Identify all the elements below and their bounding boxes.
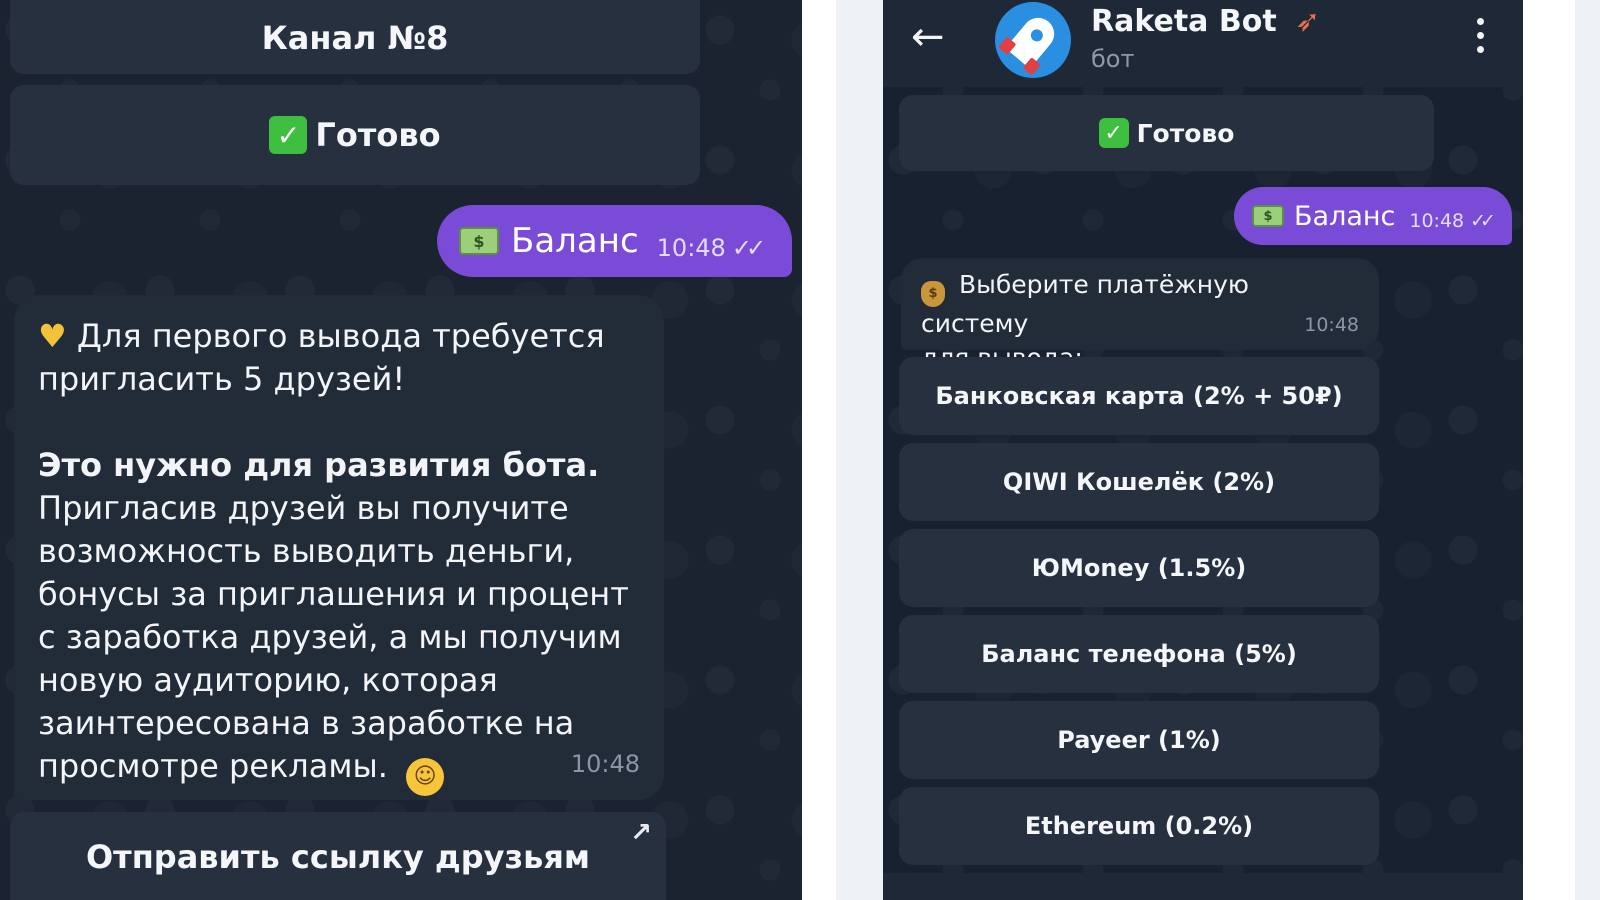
- message-line-text: Выберите платёжную систему: [921, 270, 1249, 338]
- done-button[interactable]: ✓ Готово: [10, 85, 700, 185]
- double-check-icon: ✓✓: [731, 234, 766, 262]
- payment-option-label: Ethereum (0.2%): [1024, 812, 1254, 840]
- payment-option-bank-card[interactable]: Банковская карта (2% + 50₽): [899, 357, 1379, 435]
- smile-emoji-icon: ☺: [406, 757, 445, 796]
- share-link-button-label: Отправить ссылку друзьям: [85, 838, 591, 876]
- message-line: Пригласив друзей вы получите: [38, 489, 569, 527]
- message-line: заинтересована в заработке на: [38, 704, 575, 742]
- message-line: просмотре рекламы. ☺: [38, 745, 640, 796]
- check-mark-icon: ✓: [269, 116, 308, 154]
- rocket-emoji-icon: ➶: [1295, 4, 1321, 39]
- message-line: $ Выберите платёжную систему: [921, 268, 1359, 341]
- share-link-button[interactable]: Отправить ссылку друзьям ↗: [10, 812, 666, 900]
- channel-8-button-label: Канал №8: [261, 19, 449, 57]
- message-line: новую аудиторию, которая: [38, 661, 498, 699]
- message-line: с заработка друзей, а мы получим: [38, 618, 622, 656]
- chat-title-text: Raketa Bot: [1091, 4, 1277, 39]
- more-vertical-icon[interactable]: [1477, 18, 1485, 53]
- message-input-bar: [883, 873, 1523, 900]
- payment-option-label: Payeer (1%): [1057, 726, 1221, 754]
- message-bold-line: Это нужно для развития бота.: [38, 446, 600, 484]
- payment-option-yumoney[interactable]: ЮMoney (1.5%): [899, 529, 1379, 607]
- payment-option-qiwi[interactable]: QIWI Кошелёк (2%): [899, 443, 1379, 521]
- message-line: возможность выводить деньги,: [38, 532, 575, 570]
- payment-option-payeer[interactable]: Payeer (1%): [899, 701, 1379, 779]
- channel-8-button[interactable]: Канал №8: [10, 0, 700, 74]
- separator-strip: [802, 0, 836, 900]
- check-mark-icon: ✓: [1098, 118, 1129, 148]
- payment-option-phone-balance[interactable]: Баланс телефона (5%): [899, 615, 1379, 693]
- payment-option-label: Баланс телефона (5%): [981, 640, 1297, 668]
- double-check-icon: ✓✓: [1470, 210, 1496, 232]
- message-line: пригласить 5 друзей!: [38, 360, 406, 398]
- message-time: 10:48: [1304, 314, 1359, 336]
- outgoing-balance-message: $ Баланс 10:48 ✓✓: [1234, 187, 1512, 245]
- right-chat-panel: ← Raketa Bot ➶ бот ✓ Готово $ Баланс 10:…: [883, 0, 1523, 900]
- cash-icon: $: [1252, 205, 1284, 227]
- payment-option-label: ЮMoney (1.5%): [1031, 554, 1247, 582]
- message-time: 10:48: [570, 750, 640, 778]
- chat-title: Raketa Bot ➶: [1091, 4, 1320, 39]
- message-line-text: просмотре рекламы.: [38, 747, 388, 785]
- back-arrow-icon[interactable]: ←: [911, 14, 945, 60]
- message-line-text: Для первого вывода требуется: [76, 317, 605, 355]
- yellow-heart-icon: ♥: [38, 317, 67, 355]
- done-button[interactable]: ✓ Готово: [899, 95, 1434, 171]
- done-button-label: Готово: [315, 116, 441, 154]
- message-time: 10:48: [656, 234, 726, 262]
- payment-option-label: QIWI Кошелёк (2%): [1002, 468, 1276, 496]
- chat-header: ← Raketa Bot ➶ бот: [883, 0, 1523, 87]
- separator-strip: [1523, 0, 1575, 900]
- message-line: бонусы за приглашения и процент: [38, 575, 629, 613]
- message-time: 10:48: [1409, 210, 1465, 232]
- cash-icon: $: [459, 227, 499, 255]
- payment-option-label: Банковская карта (2% + 50₽): [935, 382, 1343, 410]
- incoming-referral-message: ♥ Для первого вывода требуется пригласит…: [14, 295, 664, 800]
- money-bag-icon: $: [921, 281, 945, 307]
- rocket-avatar-icon[interactable]: [995, 2, 1071, 78]
- left-chat-panel: Канал №8 ✓ Готово $ Баланс 10:48 ✓✓ ♥ Дл…: [0, 0, 802, 900]
- outgoing-message-text: Баланс: [511, 221, 639, 261]
- outgoing-message-text: Баланс: [1294, 200, 1396, 232]
- outgoing-balance-message: $ Баланс 10:48 ✓✓: [437, 205, 792, 277]
- done-button-label: Готово: [1136, 118, 1235, 148]
- incoming-payment-message: $ Выберите платёжную систему для вывода:…: [901, 258, 1379, 372]
- chat-subtitle: бот: [1091, 45, 1135, 73]
- external-link-icon: ↗: [630, 818, 652, 848]
- message-line: ♥ Для первого вывода требуется: [38, 315, 640, 358]
- payment-option-ethereum[interactable]: Ethereum (0.2%): [899, 787, 1379, 865]
